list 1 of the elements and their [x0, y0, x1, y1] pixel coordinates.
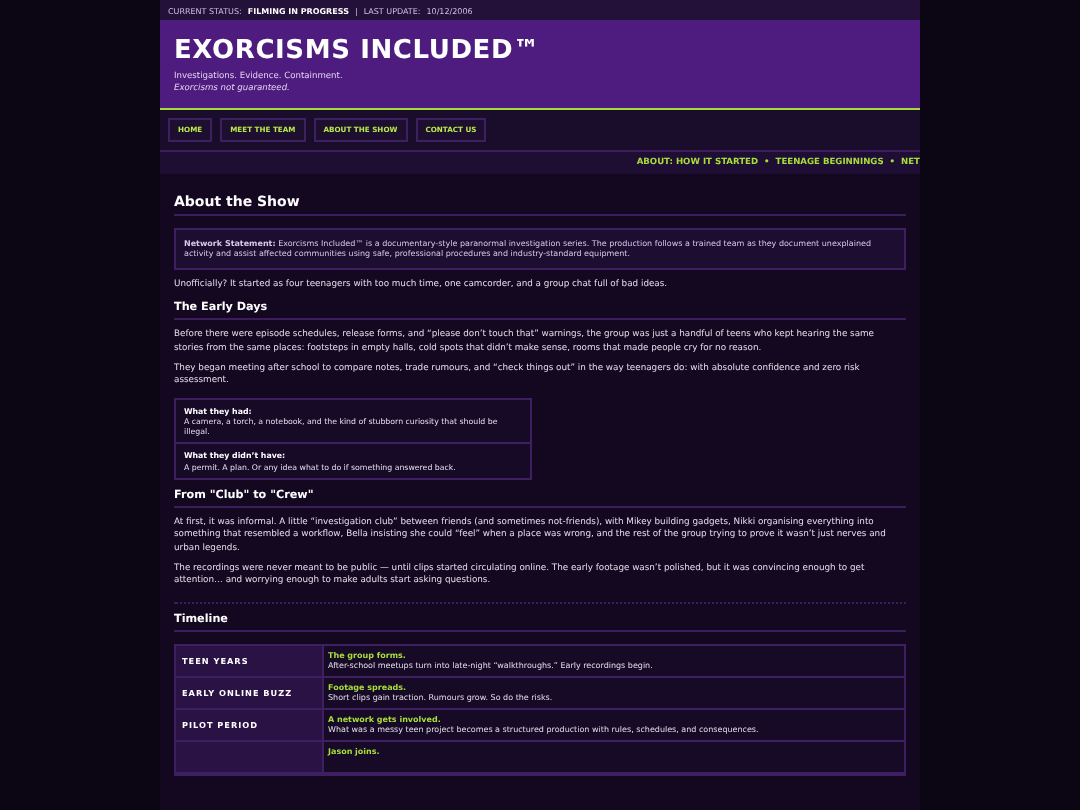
site-title: EXORCISMS INCLUDED™ [174, 36, 542, 66]
